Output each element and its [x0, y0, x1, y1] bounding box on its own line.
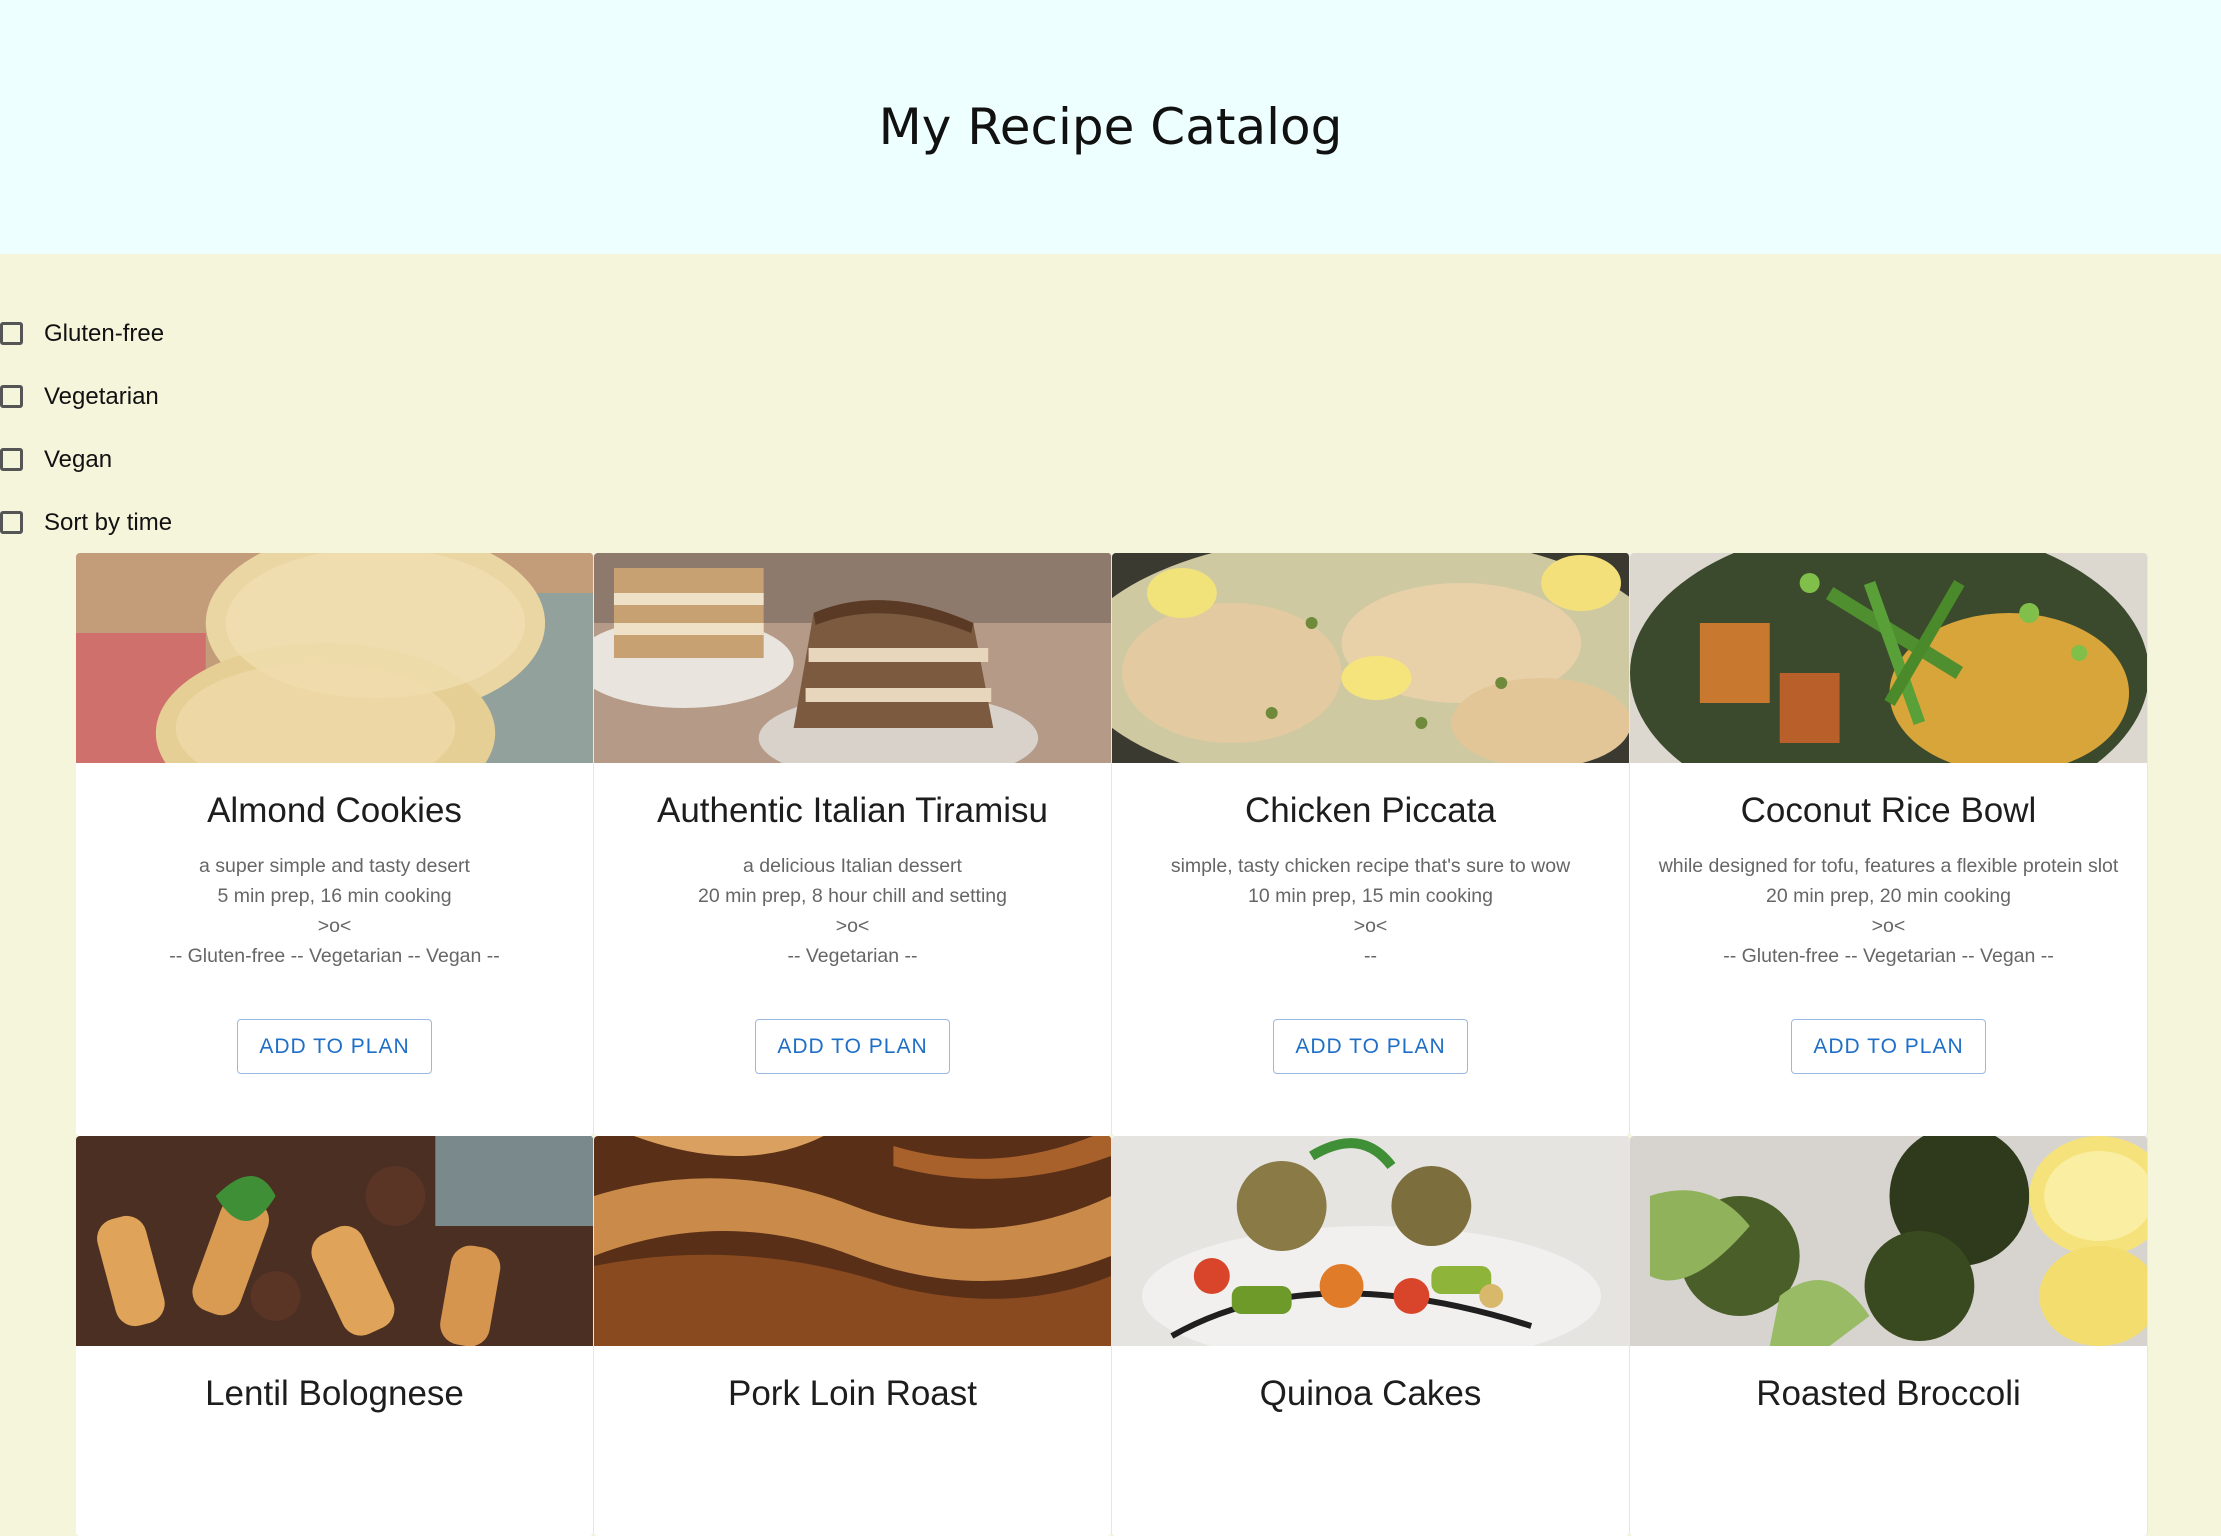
recipe-face: >o< [835, 915, 870, 937]
recipe-face: >o< [1353, 915, 1388, 937]
filter-label: Gluten-free [44, 319, 165, 347]
recipe-title: Coconut Rice Bowl [1740, 791, 2037, 830]
recipe-card: Coconut Rice Bowl while designed for tof… [1630, 553, 2148, 1136]
recipe-tags: -- Vegetarian -- [787, 945, 918, 967]
recipe-card: Pork Loin Roast [594, 1136, 1112, 1536]
recipe-photo [1630, 1136, 2147, 1346]
recipe-card: Chicken Piccata simple, tasty chicken re… [1112, 553, 1630, 1136]
recipe-time: 20 min prep, 20 min cooking [1766, 885, 2011, 907]
recipe-title: Authentic Italian Tiramisu [656, 791, 1048, 830]
checkbox[interactable] [0, 385, 23, 408]
recipe-details: while designed for tofu, features a flex… [1639, 851, 2139, 971]
recipe-time: 20 min prep, 8 hour chill and setting [698, 885, 1007, 907]
recipe-description: while designed for tofu, features a flex… [1658, 855, 2119, 877]
recipe-face: >o< [1871, 915, 1906, 937]
recipe-description: a delicious Italian dessert [743, 855, 962, 877]
checkbox[interactable] [0, 511, 23, 534]
recipe-photo [76, 1136, 593, 1346]
filter-label: Sort by time [44, 508, 173, 536]
recipe-title: Lentil Bolognese [205, 1374, 464, 1413]
filter-label: Vegetarian [44, 382, 159, 410]
recipe-title: Pork Loin Roast [727, 1374, 978, 1413]
add-to-plan-button[interactable]: ADD TO PLAN [755, 1019, 950, 1074]
recipe-tags: -- Gluten-free -- Vegetarian -- Vegan -- [1723, 945, 2054, 967]
recipe-card: Lentil Bolognese [76, 1136, 594, 1536]
checkbox[interactable] [0, 448, 23, 471]
recipe-time: 10 min prep, 15 min cooking [1248, 885, 1493, 907]
recipe-photo [594, 553, 1111, 763]
recipe-title: Almond Cookies [207, 791, 462, 830]
recipe-card: Almond Cookies a super simple and tasty … [76, 553, 594, 1136]
recipe-grid: Almond Cookies a super simple and tasty … [76, 553, 2148, 1536]
add-to-plan-button[interactable]: ADD TO PLAN [1273, 1019, 1468, 1074]
filter-gluten-free[interactable]: Gluten-free [0, 302, 172, 365]
recipe-photo [594, 1136, 1111, 1346]
recipe-title: Quinoa Cakes [1259, 1374, 1482, 1413]
recipe-details: a super simple and tasty desert 5 min pr… [149, 851, 520, 971]
recipe-tags: -- Gluten-free -- Vegetarian -- Vegan -- [169, 945, 500, 967]
page-header: My Recipe Catalog [0, 0, 2221, 254]
recipe-title: Roasted Broccoli [1756, 1374, 2021, 1413]
recipe-card: Authentic Italian Tiramisu a delicious I… [594, 553, 1112, 1136]
recipe-card: Quinoa Cakes [1112, 1136, 1630, 1536]
recipe-photo [1112, 1136, 1629, 1346]
recipe-tags: -- [1364, 945, 1377, 967]
filter-label: Vegan [44, 445, 113, 473]
filter-sort-by-time[interactable]: Sort by time [0, 491, 172, 554]
checkbox[interactable] [0, 322, 23, 345]
recipe-description: simple, tasty chicken recipe that's sure… [1170, 855, 1571, 877]
recipe-face: >o< [317, 915, 352, 937]
recipe-time: 5 min prep, 16 min cooking [217, 885, 452, 907]
recipe-photo [76, 553, 593, 763]
recipe-photo [1112, 553, 1629, 763]
page-title: My Recipe Catalog [878, 98, 1343, 156]
add-to-plan-button[interactable]: ADD TO PLAN [237, 1019, 432, 1074]
recipe-photo [1630, 553, 2147, 763]
recipe-details: simple, tasty chicken recipe that's sure… [1151, 851, 1590, 971]
filter-vegan[interactable]: Vegan [0, 428, 172, 491]
recipe-details: a delicious Italian dessert 20 min prep,… [678, 851, 1027, 971]
recipe-description: a super simple and tasty desert [199, 855, 470, 877]
add-to-plan-button[interactable]: ADD TO PLAN [1791, 1019, 1986, 1074]
recipe-title: Chicken Piccata [1245, 791, 1496, 830]
recipe-card: Roasted Broccoli [1630, 1136, 2148, 1536]
filter-panel: Gluten-free Vegetarian Vegan Sort by tim… [0, 302, 172, 554]
filter-vegetarian[interactable]: Vegetarian [0, 365, 172, 428]
